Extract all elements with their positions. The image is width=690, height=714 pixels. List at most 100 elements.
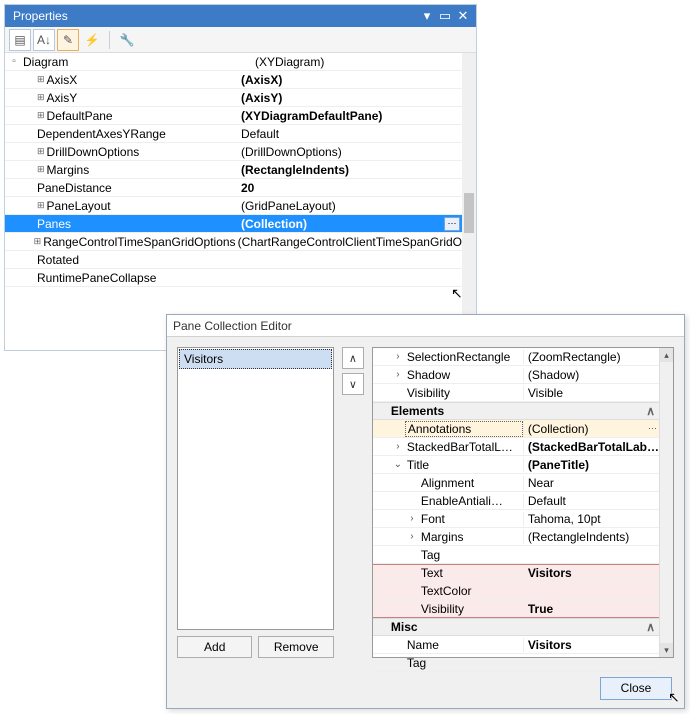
chevron-up-icon: ∧ [646, 404, 655, 418]
property-name: ⊞ AxisY [23, 91, 237, 105]
table-row[interactable]: TextColor [373, 582, 659, 600]
table-row[interactable]: NameVisitors [373, 636, 659, 654]
alphabetical-icon[interactable]: A↓ [33, 29, 55, 51]
category-elements[interactable]: Elements∧ [373, 402, 659, 420]
expand-icon[interactable]: ⊞ [37, 164, 45, 175]
expand-icon[interactable]: ⊞ [37, 92, 45, 103]
expand-icon[interactable]: ⊞ [37, 200, 45, 211]
chevron-right-icon[interactable]: › [405, 531, 419, 542]
property-name: Diagram [23, 55, 251, 69]
table-row[interactable]: AlignmentNear [373, 474, 659, 492]
table-row[interactable]: ›SelectionRectangle(ZoomRectangle) [373, 348, 659, 366]
table-row[interactable]: ▫Diagram(XYDiagram) [5, 53, 462, 71]
properties-toolbar: ▤ A↓ ✎ ⚡ 🔧 [5, 27, 476, 53]
table-row[interactable]: ⌄Title(PaneTitle) [373, 456, 659, 474]
property-value[interactable]: (AxisX) [237, 73, 462, 87]
maximize-icon[interactable]: ▭ [436, 7, 454, 25]
property-name: Panes [23, 217, 237, 231]
property-name: DependentAxesYRange [23, 127, 237, 141]
panes-listbox[interactable]: Visitors [177, 347, 334, 630]
dropdown-icon[interactable]: ▾ [418, 7, 436, 25]
table-row[interactable]: TextVisitors [373, 564, 659, 582]
move-up-button[interactable]: ∧ [342, 347, 364, 369]
property-value[interactable]: (XYDiagram) [251, 55, 462, 69]
table-row[interactable]: ›StackedBarTotalL…(StackedBarTotalLab… [373, 438, 659, 456]
properties-title-text: Properties [9, 9, 418, 23]
properties-grid: ▫Diagram(XYDiagram)⊞ AxisX(AxisX)⊞ AxisY… [5, 53, 476, 350]
editor-titlebar[interactable]: Pane Collection Editor [167, 315, 684, 337]
table-row[interactable]: ›Margins(RectangleIndents) [373, 528, 659, 546]
table-row[interactable]: Panes(Collection)⋯ [5, 215, 462, 233]
property-pages-icon[interactable]: ✎ [57, 29, 79, 51]
properties-titlebar[interactable]: Properties ▾ ▭ ✕ [5, 5, 476, 27]
table-row[interactable]: ⊞ AxisX(AxisX) [5, 71, 462, 89]
property-name: ⊞ AxisX [23, 73, 237, 87]
scroll-down-icon[interactable]: ▾ [660, 643, 673, 657]
table-row[interactable]: VisibilityVisible [373, 384, 659, 402]
properties-panel: Properties ▾ ▭ ✕ ▤ A↓ ✎ ⚡ 🔧 ▫Diagram(XYD… [4, 4, 477, 351]
chevron-right-icon[interactable]: › [391, 441, 405, 452]
expand-icon[interactable]: ⊞ [37, 74, 45, 85]
table-row[interactable]: DependentAxesYRangeDefault [5, 125, 462, 143]
table-row[interactable]: Rotated [5, 251, 462, 269]
property-value[interactable]: (Collection) [237, 217, 444, 231]
table-row[interactable]: ⊞ DrillDownOptions(DrillDownOptions) [5, 143, 462, 161]
property-name: ⊞ DefaultPane [23, 109, 237, 123]
add-button[interactable]: Add [177, 636, 252, 658]
close-button[interactable]: Close [600, 677, 672, 700]
table-row[interactable]: ⊞ RangeControlTimeSpanGridOptions(ChartR… [5, 233, 462, 251]
events-icon[interactable]: ⚡ [81, 29, 103, 51]
chevron-right-icon[interactable]: › [391, 351, 405, 362]
scrollbar[interactable]: ▴ ▾ [659, 348, 673, 657]
table-row[interactable]: ⊞ Margins(RectangleIndents) [5, 161, 462, 179]
remove-button[interactable]: Remove [258, 636, 333, 658]
close-icon[interactable]: ✕ [454, 7, 472, 25]
property-value[interactable]: Default [237, 127, 462, 141]
categorized-icon[interactable]: ▤ [9, 29, 31, 51]
table-row[interactable]: VisibilityTrue [373, 600, 659, 618]
chevron-right-icon[interactable]: › [391, 369, 405, 380]
chevron-down-icon[interactable]: ⌄ [391, 459, 405, 470]
expand-icon[interactable]: ⊞ [37, 146, 45, 157]
list-item[interactable]: Visitors [179, 349, 332, 369]
expand-icon[interactable]: ⊞ [34, 236, 42, 247]
table-row[interactable]: ⊞ PaneLayout(GridPaneLayout) [5, 197, 462, 215]
property-name: ⊞ DrillDownOptions [23, 145, 237, 159]
property-value[interactable]: (ChartRangeControlClientTimeSpanGridO [234, 235, 462, 249]
wrench-icon[interactable]: 🔧 [116, 29, 138, 51]
property-value[interactable]: (GridPaneLayout) [237, 199, 462, 213]
chevron-right-icon[interactable]: › [405, 513, 419, 524]
property-name: Rotated [23, 253, 237, 267]
property-value[interactable]: 20 [237, 181, 462, 195]
table-row[interactable]: ›Shadow(Shadow) [373, 366, 659, 384]
table-row[interactable]: Annotations(Collection)⋯ [373, 420, 659, 438]
move-down-button[interactable]: ∨ [342, 373, 364, 395]
property-value[interactable]: (XYDiagramDefaultPane) [237, 109, 462, 123]
property-value[interactable]: (RectangleIndents) [237, 163, 462, 177]
scroll-up-icon[interactable]: ▴ [660, 348, 673, 362]
table-row[interactable]: ⊞ DefaultPane(XYDiagramDefaultPane) [5, 107, 462, 125]
table-row[interactable]: RuntimePaneCollapse [5, 269, 462, 287]
property-grid: ›SelectionRectangle(ZoomRectangle) ›Shad… [372, 347, 674, 658]
category-misc[interactable]: Misc∧ [373, 618, 659, 636]
table-row[interactable]: ›FontTahoma, 10pt [373, 510, 659, 528]
table-row[interactable]: PaneDistance20 [5, 179, 462, 197]
expand-icon[interactable]: ⊞ [37, 110, 45, 121]
property-name: ⊞ Margins [23, 163, 237, 177]
table-row[interactable]: Tag [373, 546, 659, 564]
property-name: ⊞ PaneLayout [23, 199, 237, 213]
property-value[interactable]: (DrillDownOptions) [237, 145, 462, 159]
ellipsis-icon[interactable]: ⋯ [648, 423, 657, 434]
collapse-icon[interactable]: ▫ [5, 56, 23, 67]
property-value[interactable]: (AxisY) [237, 91, 462, 105]
property-name: ⊞ RangeControlTimeSpanGridOptions [20, 235, 234, 249]
table-row[interactable]: ⊞ AxisY(AxisY) [5, 89, 462, 107]
editor-title-text: Pane Collection Editor [173, 319, 292, 333]
pane-collection-editor: Pane Collection Editor Visitors Add Remo… [166, 314, 685, 709]
property-name: RuntimePaneCollapse [23, 271, 237, 285]
table-row[interactable]: EnableAntiali…Default [373, 492, 659, 510]
property-name: PaneDistance [23, 181, 237, 195]
chevron-up-icon: ∧ [646, 620, 655, 634]
scrollbar[interactable] [462, 53, 476, 350]
ellipsis-button[interactable]: ⋯ [444, 217, 460, 231]
